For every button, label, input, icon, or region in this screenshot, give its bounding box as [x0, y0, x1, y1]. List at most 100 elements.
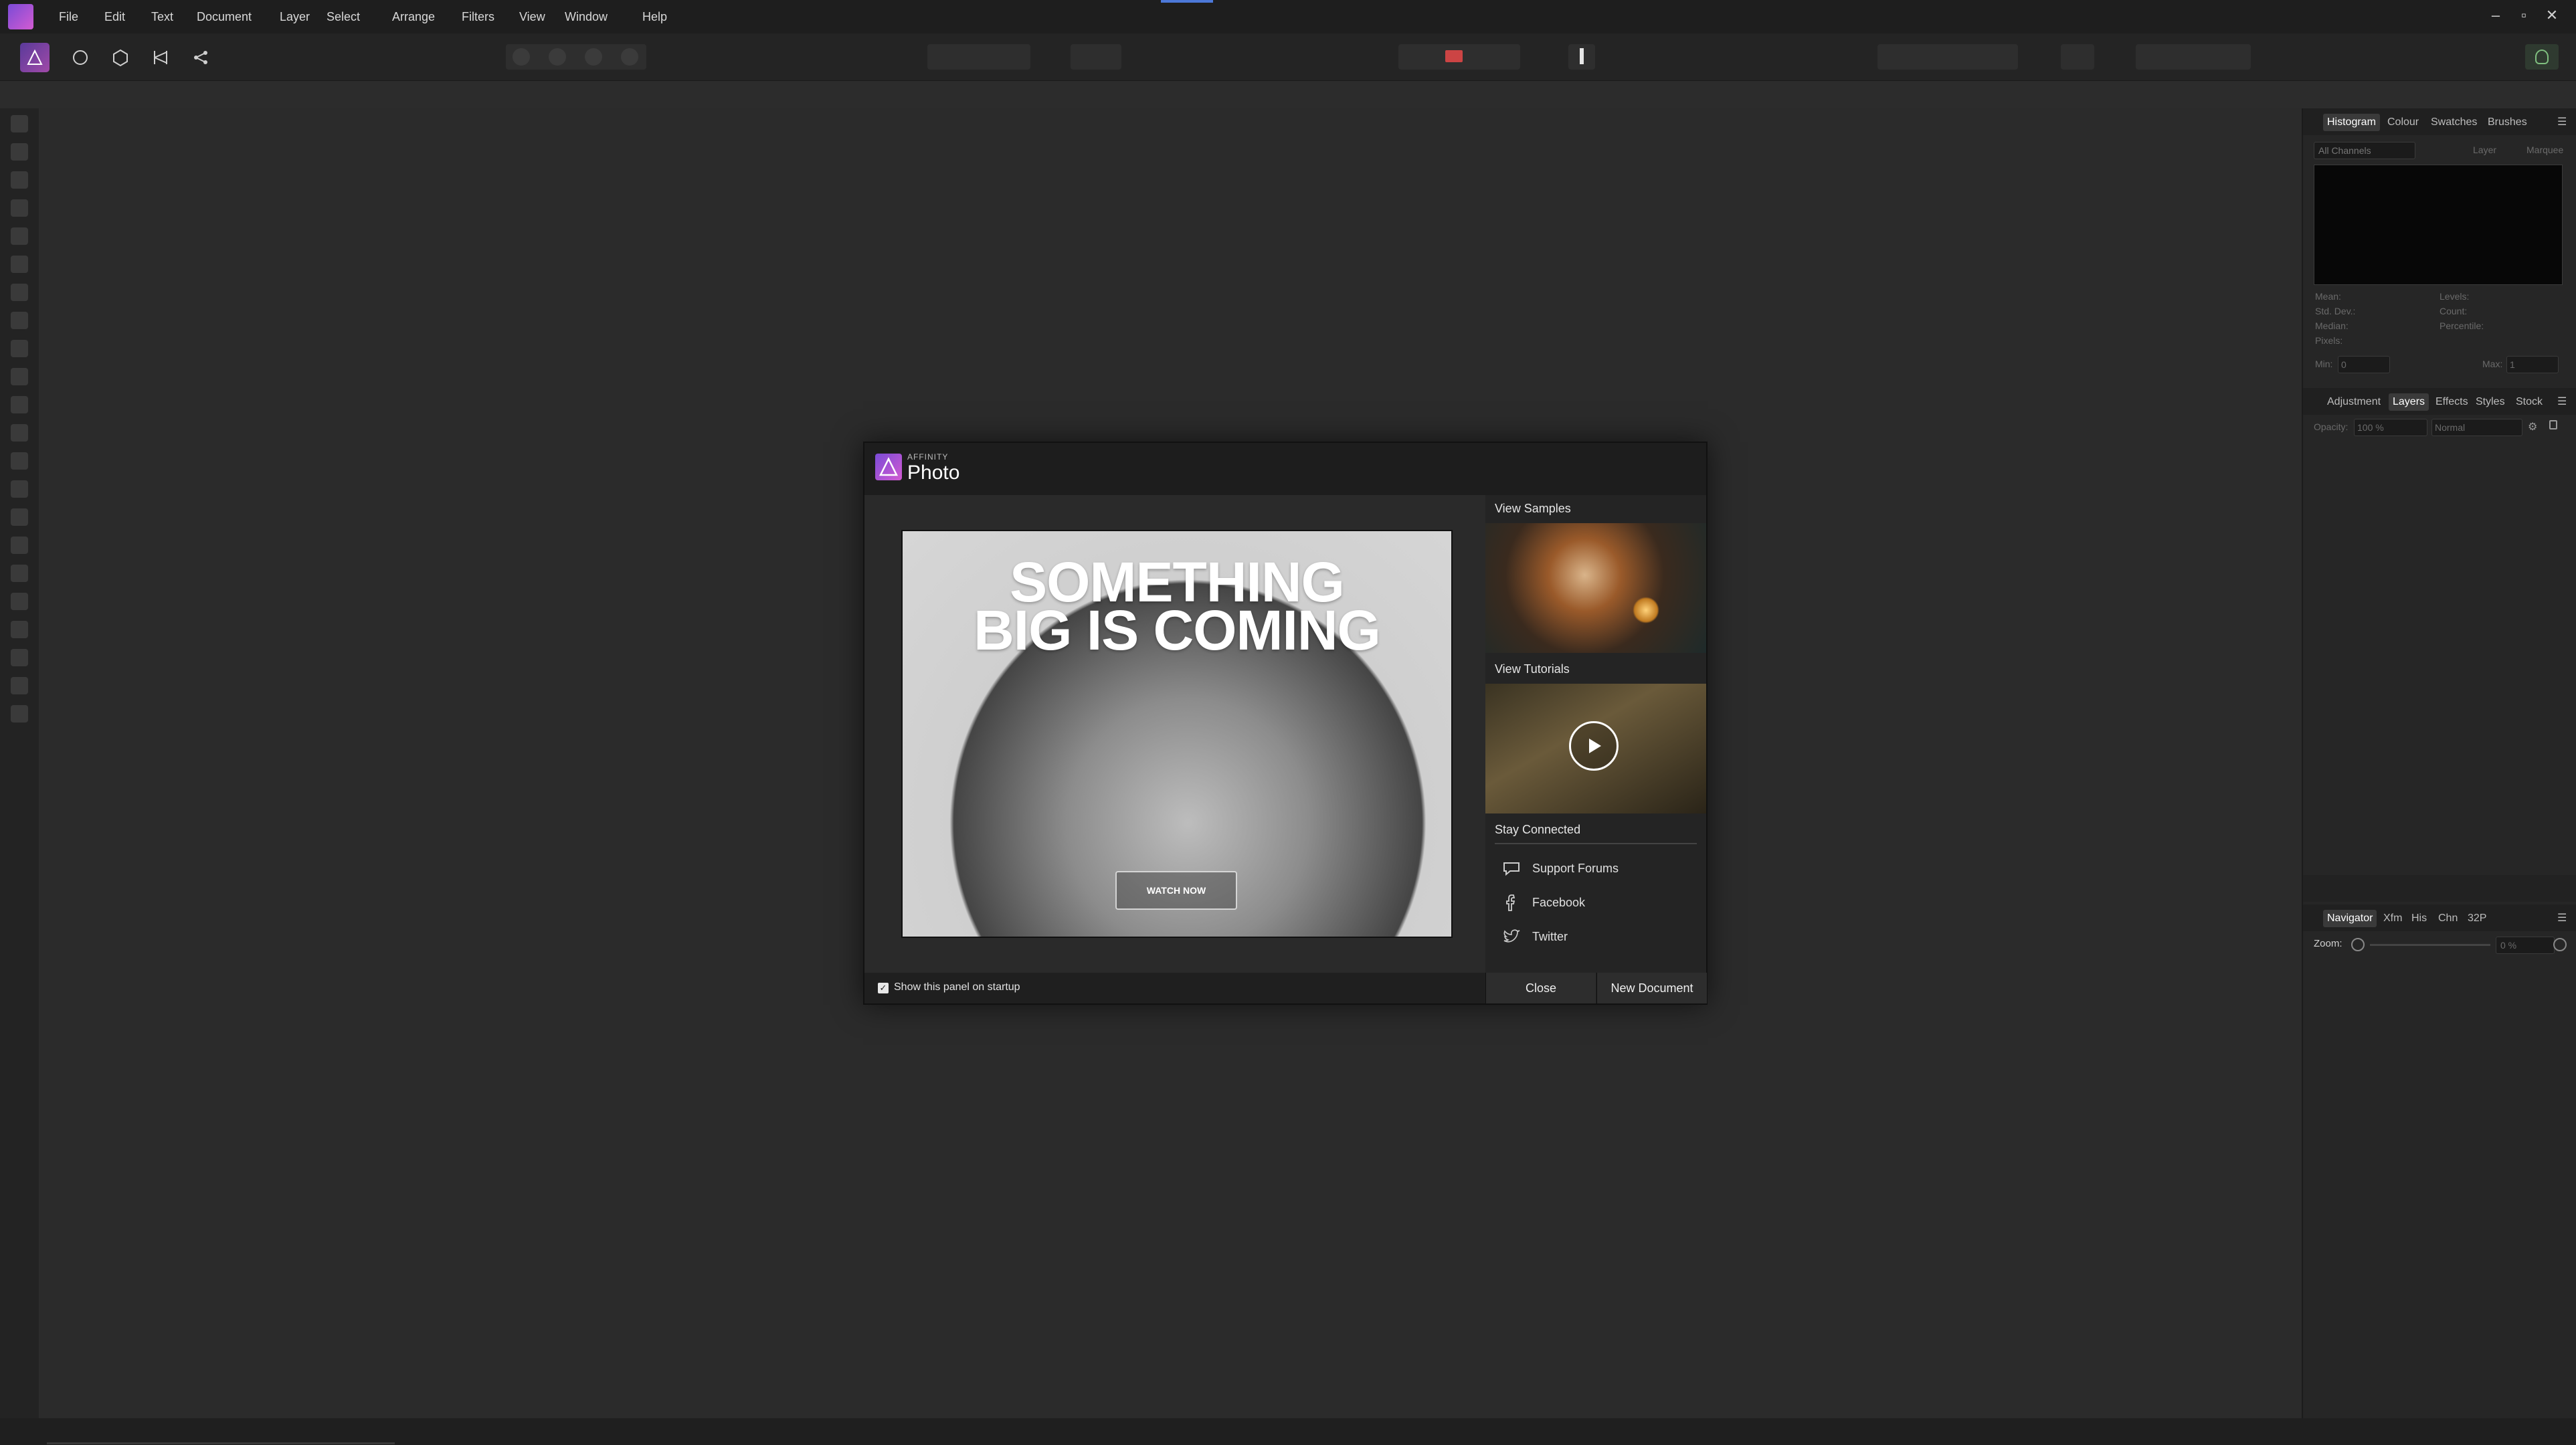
minimize-button[interactable]: – [2482, 0, 2509, 33]
tab-layers[interactable]: Layers [2389, 393, 2429, 411]
export-persona-icon[interactable] [186, 43, 215, 72]
zoom-in-icon[interactable] [2553, 938, 2567, 951]
gradient-tool-icon[interactable] [11, 340, 28, 357]
min-input[interactable]: 0 [2338, 356, 2390, 373]
stat-pixels: Pixels: [2315, 335, 2343, 346]
view-tool-icon[interactable] [11, 115, 28, 132]
auto-levels-icon[interactable] [513, 48, 530, 66]
crop-tool-icon[interactable] [11, 199, 28, 217]
samples-thumbnail[interactable] [1485, 523, 1706, 653]
menu-select[interactable]: Select [324, 0, 363, 33]
show-on-startup-checkbox[interactable]: ✓ [878, 983, 889, 993]
menu-view[interactable]: View [517, 0, 548, 33]
facebook-label: Facebook [1532, 895, 1586, 909]
liquify-persona-icon[interactable] [66, 43, 95, 72]
menu-filters[interactable]: Filters [459, 0, 497, 33]
clone-brush-tool-icon[interactable] [11, 480, 28, 498]
stat-percentile: Percentile: [2440, 320, 2484, 331]
twitter-link[interactable]: Twitter [1501, 925, 1568, 949]
affinity-photo-logo-icon[interactable] [8, 4, 33, 29]
layer-settings-gear-icon[interactable]: ⚙ [2528, 420, 2537, 434]
flood-fill-tool-icon[interactable] [11, 312, 28, 329]
auto-contrast-icon[interactable] [549, 48, 566, 66]
menu-layer[interactable]: Layer [277, 0, 312, 33]
tab-histogram[interactable]: Histogram [2323, 114, 2380, 131]
menu-arrange[interactable]: Arrange [389, 0, 438, 33]
tutorials-thumbnail[interactable] [1485, 684, 1706, 813]
blur-brush-tool-icon[interactable] [11, 452, 28, 470]
node-tool-icon[interactable] [11, 593, 28, 610]
show-on-startup-label[interactable]: Show this panel on startup [894, 981, 1020, 993]
close-window-button[interactable]: ✕ [2539, 0, 2565, 33]
menu-document[interactable]: Document [194, 0, 254, 33]
colour-swatch-icon[interactable] [1445, 50, 1463, 62]
watch-now-button[interactable]: WATCH NOW [1115, 871, 1237, 910]
marquee-tool-icon[interactable] [11, 284, 28, 301]
channels-select[interactable]: All Channels [2314, 142, 2415, 159]
opacity-input[interactable]: 100 % [2354, 419, 2427, 436]
zoom-slider[interactable] [2370, 944, 2490, 946]
zoom-input[interactable]: 0 % [2496, 937, 2555, 954]
hero-image[interactable]: SOMETHING BIG IS COMING WATCH NOW [901, 530, 1453, 938]
menu-text[interactable]: Text [149, 0, 176, 33]
paint-brush-tool-icon[interactable] [11, 368, 28, 385]
menu-edit[interactable]: Edit [102, 0, 128, 33]
tab-stock[interactable]: Stock [2512, 393, 2547, 411]
blend-mode-select[interactable]: Normal [2431, 419, 2522, 436]
navigator-panel-menu-icon[interactable]: ☰ [2557, 911, 2567, 925]
menu-file[interactable]: File [56, 0, 81, 33]
quick-mask-group[interactable] [1071, 44, 1121, 70]
tab-styles[interactable]: Styles [2472, 393, 2509, 411]
tab-navigator[interactable]: Navigator [2323, 910, 2377, 927]
stay-connected-label: Stay Connected [1495, 823, 1581, 836]
tab-brushes[interactable]: Brushes [2484, 114, 2531, 131]
facebook-link[interactable]: Facebook [1501, 890, 1585, 914]
tab-32p[interactable]: 32P [2464, 910, 2490, 927]
view-samples-label[interactable]: View Samples [1495, 502, 1571, 516]
max-input[interactable]: 1 [2506, 356, 2559, 373]
healing-brush-tool-icon[interactable] [11, 508, 28, 526]
lock-icon[interactable] [2549, 420, 2557, 429]
align-group[interactable] [2061, 44, 2094, 70]
support-forums-link[interactable]: Support Forums [1501, 856, 1619, 880]
pen-tool-icon[interactable] [11, 565, 28, 582]
zoom-out-icon[interactable] [2351, 938, 2365, 951]
stat-std-dev: Std. Dev.: [2315, 306, 2356, 316]
tab-colour[interactable]: Colour [2383, 114, 2423, 131]
mesh-warp-tool-icon[interactable] [11, 677, 28, 694]
tab-history[interactable]: His [2407, 910, 2431, 927]
close-button[interactable]: Close [1485, 973, 1596, 1003]
layers-panel-menu-icon[interactable]: ☰ [2557, 395, 2567, 408]
red-eye-tool-icon[interactable] [11, 537, 28, 554]
colour-picker-tool-icon[interactable] [11, 171, 28, 189]
move-tool-icon[interactable] [11, 143, 28, 161]
maximize-button[interactable]: ▫ [2510, 0, 2537, 33]
tab-channels[interactable]: Chn [2434, 910, 2462, 927]
erase-brush-tool-icon[interactable] [11, 396, 28, 413]
photo-persona-icon[interactable] [20, 43, 50, 72]
new-document-button[interactable]: New Document [1596, 973, 1707, 1003]
view-tutorials-label[interactable]: View Tutorials [1495, 662, 1570, 676]
text-tool-icon[interactable] [11, 649, 28, 666]
menu-help[interactable]: Help [640, 0, 670, 33]
zoom-tool-icon[interactable] [11, 705, 28, 722]
layer-checkbox-label[interactable]: Layer [2473, 144, 2496, 155]
marquee-checkbox-label[interactable]: Marquee [2526, 144, 2563, 155]
tab-swatches[interactable]: Swatches [2427, 114, 2481, 131]
flood-select-tool-icon[interactable] [11, 256, 28, 273]
tab-adjustment[interactable]: Adjustment [2323, 393, 2385, 411]
layers-panel-tabs: Adjustment Layers Effects Styles Stock ☰ [2303, 388, 2576, 415]
panel-menu-icon[interactable]: ☰ [2557, 115, 2567, 128]
develop-persona-icon[interactable] [106, 43, 135, 72]
rectangle-tool-icon[interactable] [11, 621, 28, 638]
play-icon[interactable] [1569, 721, 1619, 771]
tab-effects[interactable]: Effects [2431, 393, 2472, 411]
tone-mapping-persona-icon[interactable] [146, 43, 175, 72]
navigator-panel-tabs: Navigator Xfm His Chn 32P ☰ [2303, 904, 2576, 931]
dodge-brush-tool-icon[interactable] [11, 424, 28, 442]
auto-colours-icon[interactable] [585, 48, 602, 66]
tab-transform[interactable]: Xfm [2379, 910, 2406, 927]
auto-white-balance-icon[interactable] [621, 48, 638, 66]
selection-brush-tool-icon[interactable] [11, 227, 28, 245]
menu-window[interactable]: Window [562, 0, 610, 33]
